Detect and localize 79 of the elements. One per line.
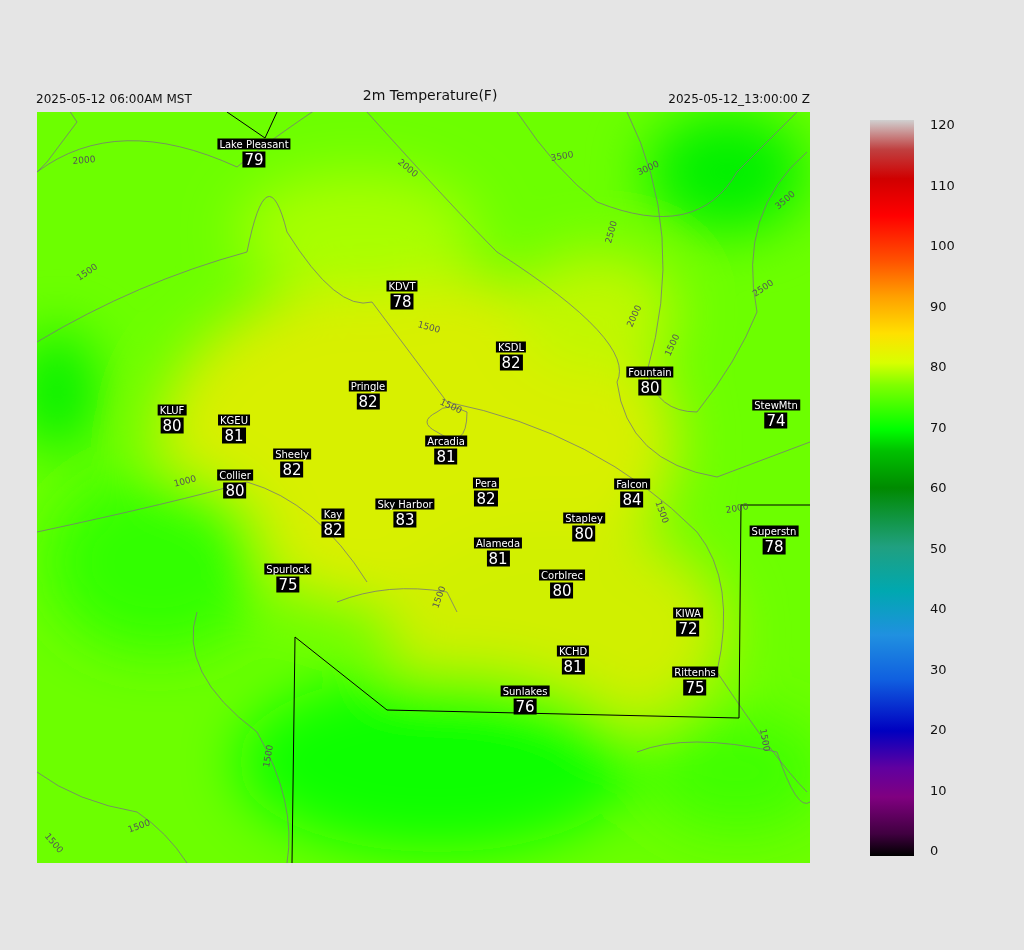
scale-tick-label: 110	[930, 178, 955, 193]
station-temperature: 76	[513, 698, 537, 715]
station-name: Pringle	[348, 380, 388, 392]
station-temperature: 80	[160, 417, 184, 434]
scale-tick-label: 90	[930, 299, 948, 314]
station-temperature: 82	[356, 393, 380, 410]
station-name: Collier	[217, 469, 253, 481]
station-name: Spurlock	[264, 563, 312, 575]
contour-label: 1500	[126, 817, 152, 835]
station-name: Fountain	[626, 366, 674, 378]
contour-label: 1500	[662, 332, 682, 358]
scale-tick-label: 70	[930, 420, 948, 435]
station-temperature: 81	[486, 550, 510, 567]
local-time: 2025-05-12 06:00AM MST	[36, 92, 192, 106]
scale-tick-label: 40	[930, 602, 948, 616]
contour-label: 2000	[624, 303, 644, 329]
station-name: KGEU	[218, 414, 250, 426]
contour-label: 1500	[758, 727, 772, 753]
station-name: Superstn	[749, 525, 799, 537]
scale-tick-label: 50	[930, 541, 948, 556]
scale-tick-label: 100	[930, 239, 955, 253]
contour-label: 2000	[724, 501, 750, 515]
contour-label: 3000	[635, 158, 661, 178]
station-temperature: 80	[572, 525, 596, 542]
station-temperature: 80	[550, 582, 574, 599]
scale-tick-label: 20	[930, 723, 948, 737]
station-temperature: 72	[676, 620, 700, 637]
scale-tick-label: 120	[930, 118, 955, 132]
contour-label: 3500	[549, 149, 575, 163]
station-name: KLUF	[157, 404, 187, 416]
station-temperature: 84	[620, 491, 644, 508]
station-name: Sunlakes	[500, 685, 550, 697]
station-name: Sheely	[273, 448, 311, 460]
station-temperature: 80	[638, 379, 662, 396]
valid-time: 2025-05-12_13:00:00 Z	[668, 92, 810, 106]
station-name: KSDL	[495, 341, 527, 353]
station-name: Sky Harbor	[375, 498, 435, 510]
station-name: KIWA	[673, 607, 703, 619]
station-temperature: 78	[390, 293, 414, 310]
station-temperature: 83	[393, 511, 417, 528]
contour-label: 1500	[430, 584, 448, 610]
map-title: 2m Temperature(F)	[362, 87, 498, 103]
station-name: KCHD	[556, 645, 590, 657]
scale-tick-label: 0	[930, 844, 940, 858]
station-name: Stapley	[563, 512, 605, 524]
station-name: Rittenhs	[672, 666, 718, 678]
contour-label: 1500	[416, 319, 442, 335]
station-temperature: 82	[280, 461, 304, 478]
station-name: KDVT	[386, 280, 418, 292]
station-name: Kay	[321, 508, 345, 520]
station-temperature: 81	[561, 658, 585, 675]
station-name: StewMtn	[752, 399, 800, 411]
scale-tick-label: 30	[930, 662, 948, 677]
scale-tick-label: 10	[930, 783, 948, 798]
station-name: Alameda	[473, 537, 523, 549]
scale-tick-label: 80	[930, 360, 948, 374]
contour-label: 1500	[261, 743, 275, 769]
station-temperature: 74	[764, 412, 788, 429]
contour-label: 1000	[172, 473, 198, 489]
station-name: Arcadia	[425, 435, 467, 447]
station-name: Lake Pleasant	[217, 138, 291, 150]
station-name: Falcon	[614, 478, 650, 490]
station-temperature: 80	[223, 482, 247, 499]
station-temperature: 82	[321, 521, 345, 538]
station-temperature: 75	[683, 679, 707, 696]
station-temperature: 81	[222, 427, 246, 444]
contour-label: 1500	[653, 499, 671, 525]
contour-label: 2500	[603, 219, 619, 245]
station-name: Pera	[472, 477, 500, 489]
scale-tick-label: 60	[930, 481, 948, 495]
station-name: Corblrec	[539, 569, 585, 581]
contour-label: 1500	[438, 396, 464, 416]
contour-label: 2000	[72, 154, 96, 166]
station-temperature: 78	[762, 538, 786, 555]
station-temperature: 81	[434, 448, 458, 465]
station-temperature: 82	[474, 490, 498, 507]
station-temperature: 75	[276, 576, 300, 593]
station-temperature: 79	[242, 151, 266, 168]
station-temperature: 82	[499, 354, 523, 371]
